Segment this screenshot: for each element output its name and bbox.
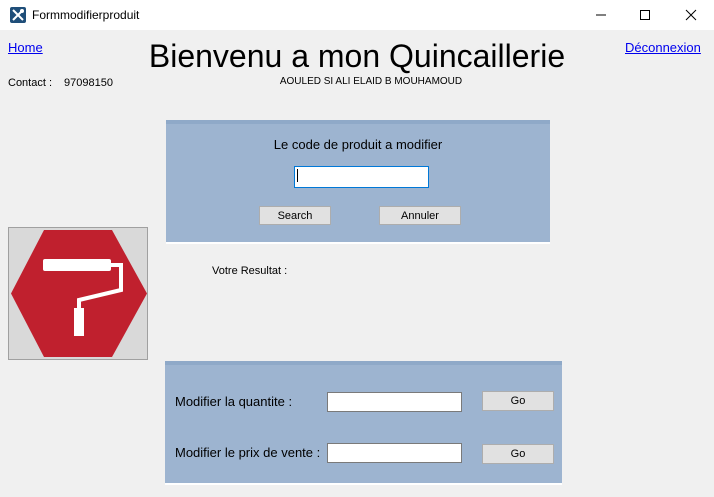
minimize-icon	[596, 14, 606, 16]
quantity-label: Modifier la quantite :	[175, 394, 293, 409]
close-icon	[685, 9, 697, 21]
maximize-icon	[640, 10, 650, 20]
modify-panel	[165, 361, 562, 485]
quantity-input[interactable]	[327, 392, 462, 412]
price-label: Modifier le prix de vente :	[175, 445, 321, 460]
search-prompt: Le code de produit a modifier	[273, 137, 443, 152]
minimize-button[interactable]	[578, 0, 624, 30]
result-label: Votre Resultat :	[212, 265, 288, 277]
logo	[8, 227, 148, 360]
paint-roller-icon	[11, 230, 147, 357]
cancel-button[interactable]: Annuler	[379, 206, 461, 225]
quantity-go-button[interactable]: Go	[482, 391, 554, 411]
maximize-button[interactable]	[622, 0, 668, 30]
text-caret	[297, 169, 298, 182]
price-input[interactable]	[327, 443, 462, 463]
page-title: Bienvenu a mon Quincaillerie	[148, 38, 566, 74]
title-bar: Formmodifierproduit	[0, 0, 714, 30]
price-go-button[interactable]: Go	[482, 444, 554, 464]
search-button[interactable]: Search	[259, 206, 331, 225]
close-button[interactable]	[668, 0, 714, 30]
product-code-input[interactable]	[294, 166, 429, 188]
window-title: Formmodifierproduit	[32, 8, 140, 22]
contact-label: Contact :	[8, 77, 53, 89]
code-input-wrapper	[294, 166, 429, 188]
contact-value: 97098150	[64, 77, 113, 89]
app-icon	[10, 7, 26, 23]
